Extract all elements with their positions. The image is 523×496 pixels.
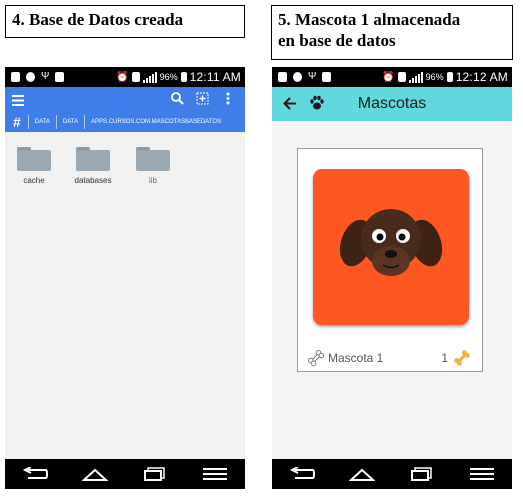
folder-lib[interactable]: lib — [128, 147, 178, 185]
folder-icon — [76, 147, 110, 171]
status-time: 12:12 AM — [455, 70, 508, 84]
signal-icon — [408, 71, 423, 83]
pet-like-count: 1 — [441, 351, 448, 365]
battery-icon — [446, 72, 453, 82]
menu-nav-icon[interactable] — [200, 465, 230, 483]
status-bar: Ψ ⏰ 96% 12:11 AM — [5, 67, 245, 87]
right-caption-line2: en base de datos — [278, 31, 396, 50]
folder-databases[interactable]: databases — [68, 147, 118, 185]
folder-icon — [136, 147, 170, 171]
pet-photo — [313, 169, 469, 325]
recents-nav-icon[interactable] — [140, 465, 170, 483]
recents-nav-icon[interactable] — [407, 465, 437, 483]
folder-label: databases — [74, 176, 112, 185]
folder-label: lib — [148, 176, 157, 185]
battery-percent: 96% — [159, 72, 178, 82]
root-hash-icon[interactable]: # — [5, 114, 28, 130]
navigation-bar — [272, 459, 512, 489]
page-title: Mascotas — [357, 95, 427, 112]
home-nav-icon[interactable] — [80, 465, 110, 483]
navigation-bar — [5, 459, 245, 489]
notification-icon — [11, 71, 20, 82]
pet-card[interactable]: Mascota 1 1 — [297, 148, 483, 372]
wifi-notification-icon — [26, 71, 35, 82]
wifi-notification-icon — [293, 71, 302, 82]
more-options-icon[interactable] — [226, 92, 230, 110]
hd-icon — [131, 72, 140, 82]
back-nav-icon[interactable] — [287, 465, 317, 483]
left-phone-screen: Ψ ⏰ 96% 12:11 AM # DATA DATA APPS.CURSOS… — [5, 67, 245, 489]
folder-icon — [17, 147, 51, 171]
right-caption-line1: 5. Mascota 1 almacenada — [278, 10, 461, 29]
select-mode-icon[interactable] — [196, 92, 209, 110]
folder-label: cache — [23, 176, 45, 185]
status-bar: Ψ ⏰ 96% 12:12 AM — [272, 67, 512, 87]
breadcrumb-segment[interactable]: DATA — [55, 114, 84, 129]
usb-icon: Ψ — [41, 71, 50, 82]
battery-icon — [180, 72, 187, 82]
breadcrumb: # DATA DATA APPS.CURSOS.COM.MASCOTASBASE… — [5, 111, 245, 132]
file-manager-toolbar — [5, 87, 245, 111]
left-caption: 4. Base de Datos creada — [5, 5, 245, 38]
status-time: 12:11 AM — [189, 70, 241, 84]
android-debug-icon — [322, 71, 332, 82]
android-debug-icon — [55, 71, 65, 82]
right-phone-screen: Ψ ⏰ 96% 12:12 AM Mascotas Mascota 1 1 — [272, 67, 512, 489]
home-nav-icon[interactable] — [347, 465, 377, 483]
breadcrumb-segment[interactable]: APPS.CURSOS.COM.MASCOTASBASEDATOS — [84, 114, 227, 129]
hd-icon — [397, 72, 406, 82]
breadcrumb-segment[interactable]: DATA — [27, 114, 56, 129]
notification-icon — [278, 71, 287, 82]
usb-icon: Ψ — [308, 71, 317, 82]
signal-icon — [142, 71, 157, 83]
golden-bone-icon[interactable] — [453, 349, 471, 372]
back-nav-icon[interactable] — [20, 465, 50, 483]
bone-icon — [307, 349, 325, 372]
right-caption: 5. Mascota 1 almacenada en base de datos — [271, 5, 513, 60]
file-list: cache databases lib — [5, 132, 245, 459]
app-toolbar: Mascotas — [272, 87, 512, 121]
folder-cache[interactable]: cache — [9, 147, 59, 185]
search-icon[interactable] — [171, 92, 184, 110]
pet-name: Mascota 1 — [328, 351, 384, 365]
left-caption-text: 4. Base de Datos creada — [12, 10, 184, 29]
battery-percent: 96% — [425, 72, 444, 82]
pet-list: Mascota 1 1 — [272, 121, 512, 459]
dog-illustration — [339, 209, 443, 276]
menu-nav-icon[interactable] — [467, 465, 497, 483]
alarm-icon: ⏰ — [116, 71, 129, 83]
alarm-icon: ⏰ — [382, 71, 395, 83]
hamburger-menu-icon[interactable] — [12, 93, 24, 111]
